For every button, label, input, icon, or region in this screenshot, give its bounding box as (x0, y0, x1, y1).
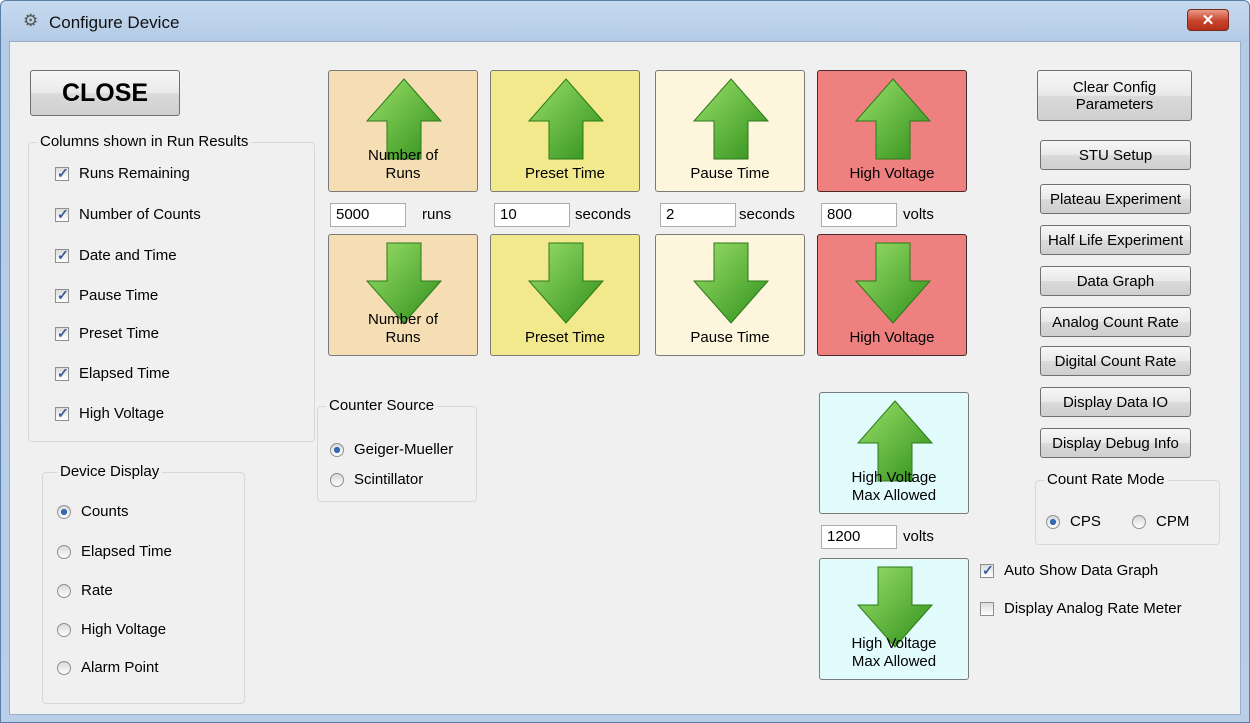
pause-time-down-button[interactable]: Pause Time (655, 234, 805, 356)
radio-dot[interactable] (57, 583, 71, 598)
radio-cps[interactable]: CPS (1046, 513, 1101, 530)
arrow-down-icon (854, 242, 932, 324)
radio-cpm[interactable]: CPM (1132, 513, 1189, 530)
radio-dot[interactable] (57, 660, 71, 675)
checkbox-box[interactable] (55, 405, 69, 422)
close-button[interactable]: CLOSE (30, 70, 180, 116)
preset-time-down-button[interactable]: Preset Time (490, 234, 640, 356)
preset-time-input[interactable]: 10 (494, 203, 570, 227)
checkbox-pause-time[interactable]: Pause Time (55, 287, 158, 304)
hv-max-up-button[interactable]: High Voltage Max Allowed (819, 392, 969, 514)
runs-input[interactable]: 5000 (330, 203, 406, 227)
columns-group: Columns shown in Run Results Runs Remain… (28, 133, 315, 442)
tile-label: Number of Runs (367, 147, 439, 182)
half-life-experiment-button[interactable]: Half Life Experiment (1040, 225, 1191, 255)
plateau-experiment-button[interactable]: Plateau Experiment (1040, 184, 1191, 214)
title-bar: ⚙ Configure Device ✕ (1, 1, 1249, 41)
display-debug-info-button[interactable]: Display Debug Info (1040, 428, 1191, 458)
tile-label: High Voltage (849, 165, 935, 182)
arrow-up-icon (692, 78, 770, 160)
tile-label: Preset Time (524, 329, 606, 346)
checkbox-display-analog-rate-meter[interactable]: Display Analog Rate Meter (980, 600, 1182, 617)
checkbox-box[interactable] (55, 325, 69, 342)
arrow-up-icon (854, 78, 932, 160)
configure-device-window: ⚙ Configure Device ✕ CLOSE Columns shown… (0, 0, 1250, 723)
radio-dot[interactable] (330, 442, 344, 457)
gears-icon: ⚙ (23, 11, 39, 30)
high-voltage-down-button[interactable]: High Voltage (817, 234, 967, 356)
arrow-down-icon (692, 242, 770, 324)
preset-time-unit: seconds (575, 206, 631, 223)
window-title: Configure Device (49, 13, 180, 32)
tile-label: Preset Time (524, 165, 606, 182)
checkbox-box[interactable] (55, 165, 69, 182)
radio-counts[interactable]: Counts (57, 503, 129, 520)
analog-count-rate-button[interactable]: Analog Count Rate (1040, 307, 1191, 337)
hv-max-unit: volts (903, 528, 934, 545)
radio-rate[interactable]: Rate (57, 582, 113, 599)
checkbox-box[interactable] (55, 287, 69, 304)
counter-source-group: Counter Source Geiger-Mueller Scintillat… (317, 397, 477, 502)
checkbox-box[interactable] (980, 562, 994, 579)
radio-geiger-mueller[interactable]: Geiger-Mueller (330, 441, 453, 458)
preset-time-up-button[interactable]: Preset Time (490, 70, 640, 192)
checkbox-box[interactable] (55, 206, 69, 223)
clear-config-button[interactable]: Clear Config Parameters (1037, 70, 1192, 121)
count-rate-mode-title: Count Rate Mode (1044, 471, 1168, 488)
counter-source-title: Counter Source (326, 397, 438, 414)
hv-max-down-button[interactable]: High Voltage Max Allowed (819, 558, 969, 680)
high-voltage-input[interactable]: 800 (821, 203, 897, 227)
runs-unit: runs (422, 206, 452, 223)
checkbox-preset-time[interactable]: Preset Time (55, 325, 159, 342)
tile-label: High Voltage (849, 329, 935, 346)
tile-label: High Voltage Max Allowed (851, 635, 937, 670)
pause-time-unit: seconds (739, 206, 795, 223)
checkbox-box[interactable] (55, 365, 69, 382)
hv-max-input[interactable]: 1200 (821, 525, 897, 549)
radio-dot[interactable] (1132, 514, 1146, 529)
display-data-io-button[interactable]: Display Data IO (1040, 387, 1191, 417)
checkbox-number-of-counts[interactable]: Number of Counts (55, 206, 201, 223)
tile-label: Number of Runs (367, 311, 439, 346)
radio-scintillator[interactable]: Scintillator (330, 471, 423, 488)
tile-label: High Voltage Max Allowed (851, 469, 937, 504)
high-voltage-up-button[interactable]: High Voltage (817, 70, 967, 192)
device-display-group: Device Display Counts Elapsed Time Rate … (42, 463, 245, 704)
count-rate-mode-group: Count Rate Mode CPS CPM (1035, 471, 1220, 545)
data-graph-button[interactable]: Data Graph (1040, 266, 1191, 296)
stu-setup-button[interactable]: STU Setup (1040, 140, 1191, 170)
pause-time-up-button[interactable]: Pause Time (655, 70, 805, 192)
radio-dot[interactable] (57, 622, 71, 637)
checkbox-box[interactable] (980, 601, 994, 616)
runs-up-button[interactable]: Number of Runs (328, 70, 478, 192)
device-display-title: Device Display (57, 463, 163, 480)
checkbox-auto-show-data-graph[interactable]: Auto Show Data Graph (980, 562, 1158, 579)
window-close-button[interactable]: ✕ (1187, 9, 1229, 31)
columns-group-title: Columns shown in Run Results (37, 133, 252, 150)
digital-count-rate-button[interactable]: Digital Count Rate (1040, 346, 1191, 376)
arrow-down-icon (527, 242, 605, 324)
high-voltage-unit: volts (903, 206, 934, 223)
checkbox-date-and-time[interactable]: Date and Time (55, 247, 177, 264)
checkbox-runs-remaining[interactable]: Runs Remaining (55, 165, 190, 182)
checkbox-box[interactable] (55, 247, 69, 264)
dialog-body: CLOSE Columns shown in Run Results Runs … (9, 41, 1241, 715)
radio-elapsed-time[interactable]: Elapsed Time (57, 543, 172, 560)
arrow-up-icon (527, 78, 605, 160)
tile-label: Pause Time (690, 165, 770, 182)
radio-dot[interactable] (57, 504, 71, 519)
tile-label: Pause Time (690, 329, 770, 346)
radio-alarm-point[interactable]: Alarm Point (57, 659, 159, 676)
checkbox-elapsed-time[interactable]: Elapsed Time (55, 365, 170, 382)
radio-dot[interactable] (1046, 514, 1060, 529)
runs-down-button[interactable]: Number of Runs (328, 234, 478, 356)
radio-dot[interactable] (330, 472, 344, 487)
radio-high-voltage[interactable]: High Voltage (57, 621, 166, 638)
radio-dot[interactable] (57, 544, 71, 559)
checkbox-high-voltage[interactable]: High Voltage (55, 405, 164, 422)
pause-time-input[interactable]: 2 (660, 203, 736, 227)
